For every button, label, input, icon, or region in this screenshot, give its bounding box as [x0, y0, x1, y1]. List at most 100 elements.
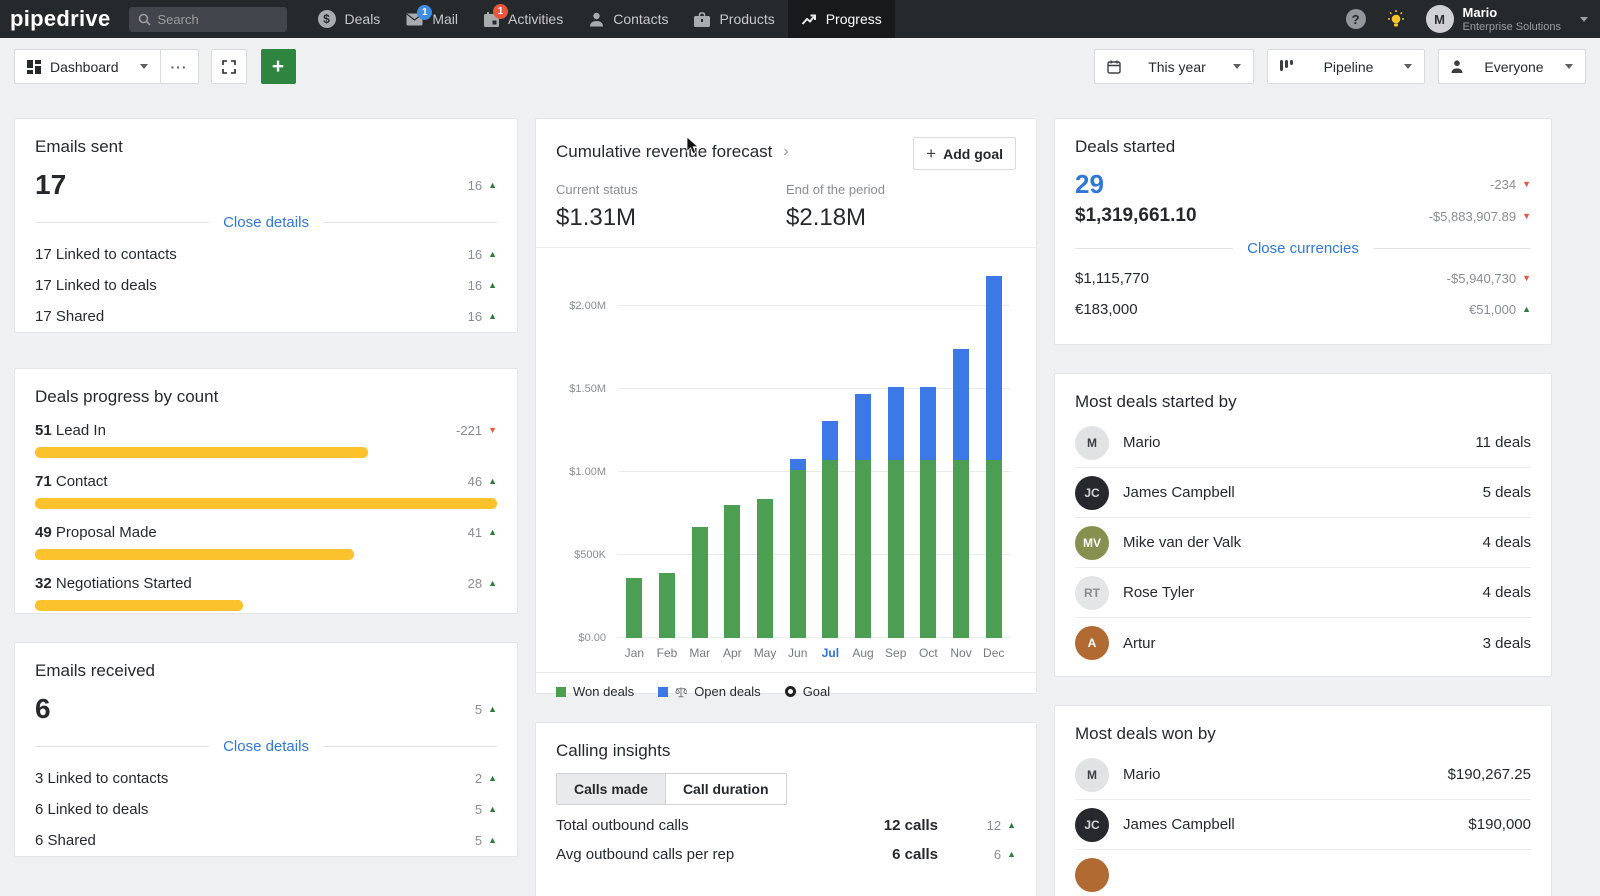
- person-name: Mario: [1123, 434, 1461, 451]
- person-row: M Mario $190,267.25: [1075, 750, 1531, 800]
- pipeline-stage-row: 71 Contact 46▲: [35, 473, 497, 509]
- pipeline-filter[interactable]: Pipeline: [1267, 49, 1425, 84]
- stage-bar: [35, 498, 497, 509]
- people-filter[interactable]: Everyone: [1438, 49, 1586, 84]
- card-title[interactable]: Cumulative revenue forecast: [556, 142, 772, 162]
- nav-item-activities[interactable]: 1 Activities: [471, 0, 576, 38]
- add-goal-button[interactable]: + Add goal: [913, 137, 1016, 170]
- user-name: Mario: [1463, 5, 1561, 21]
- weighted-scale-icon: [675, 686, 687, 698]
- delta-arrow-icon: ▼: [1522, 180, 1531, 189]
- forecast-bar-jan[interactable]: [626, 578, 642, 638]
- delta-arrow-icon: ▲: [1522, 305, 1531, 314]
- detail-delta: 16▲: [468, 309, 497, 324]
- y-tick-label: $500K: [574, 549, 606, 561]
- nav-item-deals[interactable]: $ Deals: [305, 0, 394, 38]
- y-tick-label: $1.00M: [569, 466, 606, 478]
- open-deals-segment: [888, 387, 904, 460]
- search-box[interactable]: [129, 7, 287, 32]
- forecast-bar-jul[interactable]: [822, 421, 838, 638]
- mail-badge: 1: [417, 5, 432, 20]
- detail-label: 17 Linked to contacts: [35, 246, 177, 263]
- calling-tabs: Calls made Call duration: [556, 773, 787, 805]
- close-details-link[interactable]: Close details: [223, 738, 309, 755]
- chevron-down-icon: [1580, 17, 1588, 22]
- forecast-bar-nov[interactable]: [953, 349, 969, 638]
- stage-label: 71 Contact: [35, 473, 108, 490]
- won-deals-segment: [790, 470, 806, 638]
- stage-bar: [35, 600, 243, 611]
- forecast-bar-mar[interactable]: [692, 527, 708, 638]
- forecast-bar-sep[interactable]: [888, 387, 904, 638]
- stage-bar: [35, 549, 354, 560]
- tab-calls-made[interactable]: Calls made: [557, 774, 665, 804]
- nav-item-products[interactable]: Products: [681, 0, 787, 38]
- emails-received-card: Emails received 6 5▲ Close details 3 Lin…: [14, 642, 518, 857]
- detail-label: 6 Linked to deals: [35, 801, 148, 818]
- chevron-right-icon: ›: [783, 143, 788, 161]
- nav-item-progress[interactable]: Progress: [788, 0, 895, 38]
- won-deals-segment: [920, 460, 936, 638]
- stage-delta: -221▼: [456, 423, 497, 438]
- card-title: Deals started: [1075, 137, 1531, 157]
- emails-sent-value: 17: [35, 169, 66, 201]
- box-icon: [694, 12, 710, 27]
- close-currencies-link[interactable]: Close currencies: [1247, 240, 1359, 257]
- detail-row: 6 Linked to deals 5▲: [35, 794, 497, 825]
- forecast-chart: $0.00$500K$1.00M$1.50M$2.00M: [556, 266, 1016, 638]
- emails-received-value: 6: [35, 693, 51, 725]
- forecast-bar-dec[interactable]: [986, 276, 1002, 638]
- won-deals-segment: [888, 460, 904, 638]
- currency-rows: $1,115,770 -$5,940,730▼ €183,000 €51,000…: [1075, 263, 1531, 325]
- fullscreen-button[interactable]: [211, 49, 247, 84]
- x-tick-label: Nov: [945, 646, 978, 660]
- open-deals-swatch-icon: [658, 687, 668, 697]
- deals-progress-rows: 51 Lead In -221▼ 71 Contact 46▲ 49 Propo…: [35, 422, 497, 611]
- plus-icon: +: [926, 144, 936, 164]
- user-menu[interactable]: M Mario Enterprise Solutions: [1426, 5, 1588, 33]
- detail-delta: 5▲: [475, 802, 497, 817]
- current-status-value: $1.31M: [556, 204, 786, 232]
- chart-legend: Won deals Open deals Goal: [536, 672, 1036, 699]
- x-tick-label: Oct: [912, 646, 945, 660]
- trending-up-icon: [801, 11, 817, 27]
- mail-icon: 1: [406, 13, 423, 26]
- search-input[interactable]: [158, 12, 278, 27]
- x-tick-label: Jun: [781, 646, 814, 660]
- won-deals-segment: [986, 460, 1002, 638]
- delta-arrow-icon: ▲: [488, 477, 497, 486]
- dashboard-toolbar: Dashboard ··· + This year Pipeline: [0, 38, 1600, 95]
- deals-dollar-icon: $: [318, 10, 336, 28]
- forecast-bar-apr[interactable]: [724, 505, 740, 638]
- card-title: Most deals won by: [1075, 724, 1531, 744]
- avatar: A: [1075, 626, 1109, 660]
- close-details-link[interactable]: Close details: [223, 214, 309, 231]
- currency-row: €183,000 €51,000▲: [1075, 294, 1531, 325]
- delta-arrow-icon: ▲: [488, 579, 497, 588]
- dashboard-selector[interactable]: Dashboard: [14, 49, 161, 84]
- stage-label: 51 Lead In: [35, 422, 106, 439]
- help-icon[interactable]: ?: [1346, 9, 1366, 29]
- nav-item-mail[interactable]: 1 Mail: [393, 0, 471, 38]
- goal-ring-icon: [785, 686, 796, 697]
- calling-metric-row: Total outbound calls 12 calls 12▲: [556, 817, 1016, 834]
- most-started-rows: M Mario 11 deals JC James Campbell 5 dea…: [1075, 418, 1531, 668]
- emails-received-details: 3 Linked to contacts 2▲ 6 Linked to deal…: [35, 763, 497, 856]
- forecast-bar-may[interactable]: [757, 499, 773, 638]
- won-deals-segment: [822, 460, 838, 638]
- add-report-button[interactable]: +: [261, 49, 296, 84]
- delta-arrow-icon: ▼: [1522, 212, 1531, 221]
- forecast-bar-oct[interactable]: [920, 387, 936, 638]
- forecast-bar-aug[interactable]: [855, 394, 871, 638]
- forecast-bar-jun[interactable]: [790, 459, 806, 638]
- nav-item-contacts[interactable]: Contacts: [576, 0, 681, 38]
- tab-call-duration[interactable]: Call duration: [665, 774, 786, 804]
- forecast-bar-feb[interactable]: [659, 573, 675, 638]
- detail-label: 17 Shared: [35, 308, 104, 325]
- period-filter[interactable]: This year: [1094, 49, 1254, 84]
- detail-delta: 5▲: [475, 833, 497, 848]
- pipedrive-logo: pipedrive: [10, 0, 111, 38]
- lightbulb-icon[interactable]: [1386, 9, 1406, 29]
- dashboard-more-button[interactable]: ···: [161, 49, 199, 84]
- legend-open-deals: Open deals: [658, 684, 761, 699]
